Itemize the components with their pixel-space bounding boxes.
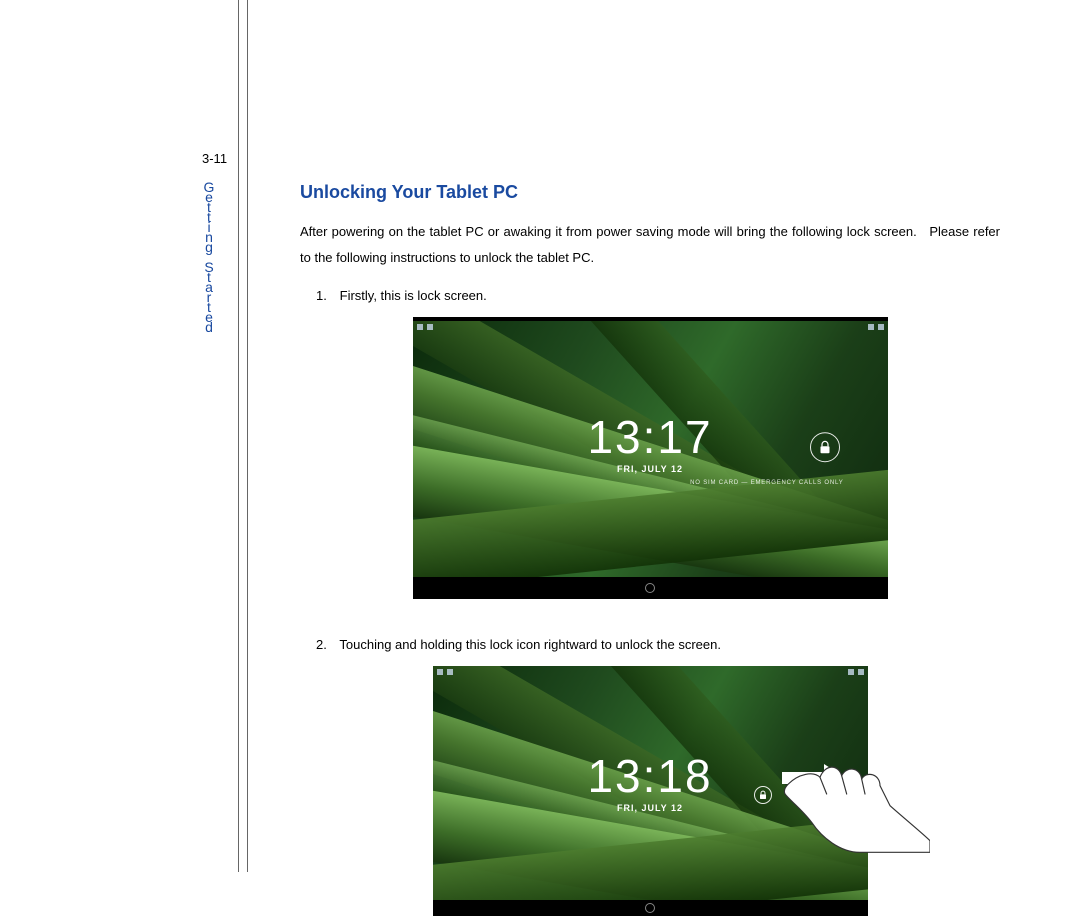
step-2-text: Touching and holding this lock icon righ… [339,637,721,652]
screenshot-2-screen: 13:18 FRI, JULY 12 [433,666,868,900]
step-1-text: Firstly, this is lock screen. [340,288,487,303]
content-area: Unlocking Your Tablet PC After powering … [300,182,1000,921]
section-label: Getting Started [202,182,218,332]
sim-status-text: NO SIM CARD — EMERGENCY CALLS ONLY [690,480,843,486]
status-icon [417,324,423,330]
lock-icon[interactable] [810,432,840,462]
wifi-icon [868,324,874,330]
swipe-arrow-icon [782,767,848,789]
step-1-number: 1. [316,283,336,309]
home-icon[interactable] [645,583,655,593]
screenshot-1-screen: 13:17 FRI, JULY 12 NO SIM CARD — EMERGEN… [413,321,888,577]
status-icon [427,324,433,330]
margin-rule-1 [238,0,239,872]
lockscreen-date: FRI, JULY 12 [413,464,888,474]
page-number: 3-11 [202,151,227,166]
manual-page: 3-11 Getting Started Unlocking Your Tabl… [0,0,1080,906]
tablet-screenshot-2: 13:18 FRI, JULY 12 [433,666,868,916]
nav-bar [433,900,868,916]
nav-bar [413,577,888,599]
lockscreen-date: FRI, JULY 12 [433,803,868,813]
margin-rule-2 [247,0,248,872]
screenshot-1-wrap: 13:17 FRI, JULY 12 NO SIM CARD — EMERGEN… [300,317,1000,604]
status-bar [433,666,868,678]
battery-icon [878,324,884,330]
step-2: 2. Touching and holding this lock icon r… [300,632,1000,658]
home-icon[interactable] [645,903,655,913]
screenshot-2-wrap: 13:18 FRI, JULY 12 [300,666,1000,921]
battery-icon [858,669,864,675]
page-heading: Unlocking Your Tablet PC [300,182,1000,203]
status-icon [437,669,443,675]
step-1: 1. Firstly, this is lock screen. [300,283,1000,309]
wifi-icon [848,669,854,675]
step-2-number: 2. [316,632,336,658]
status-bar [413,321,888,333]
intro-text: After powering on the tablet PC or awaki… [300,219,1000,271]
tablet-screenshot-1: 13:17 FRI, JULY 12 NO SIM CARD — EMERGEN… [413,317,888,599]
status-icon [447,669,453,675]
lock-icon[interactable] [754,786,772,804]
